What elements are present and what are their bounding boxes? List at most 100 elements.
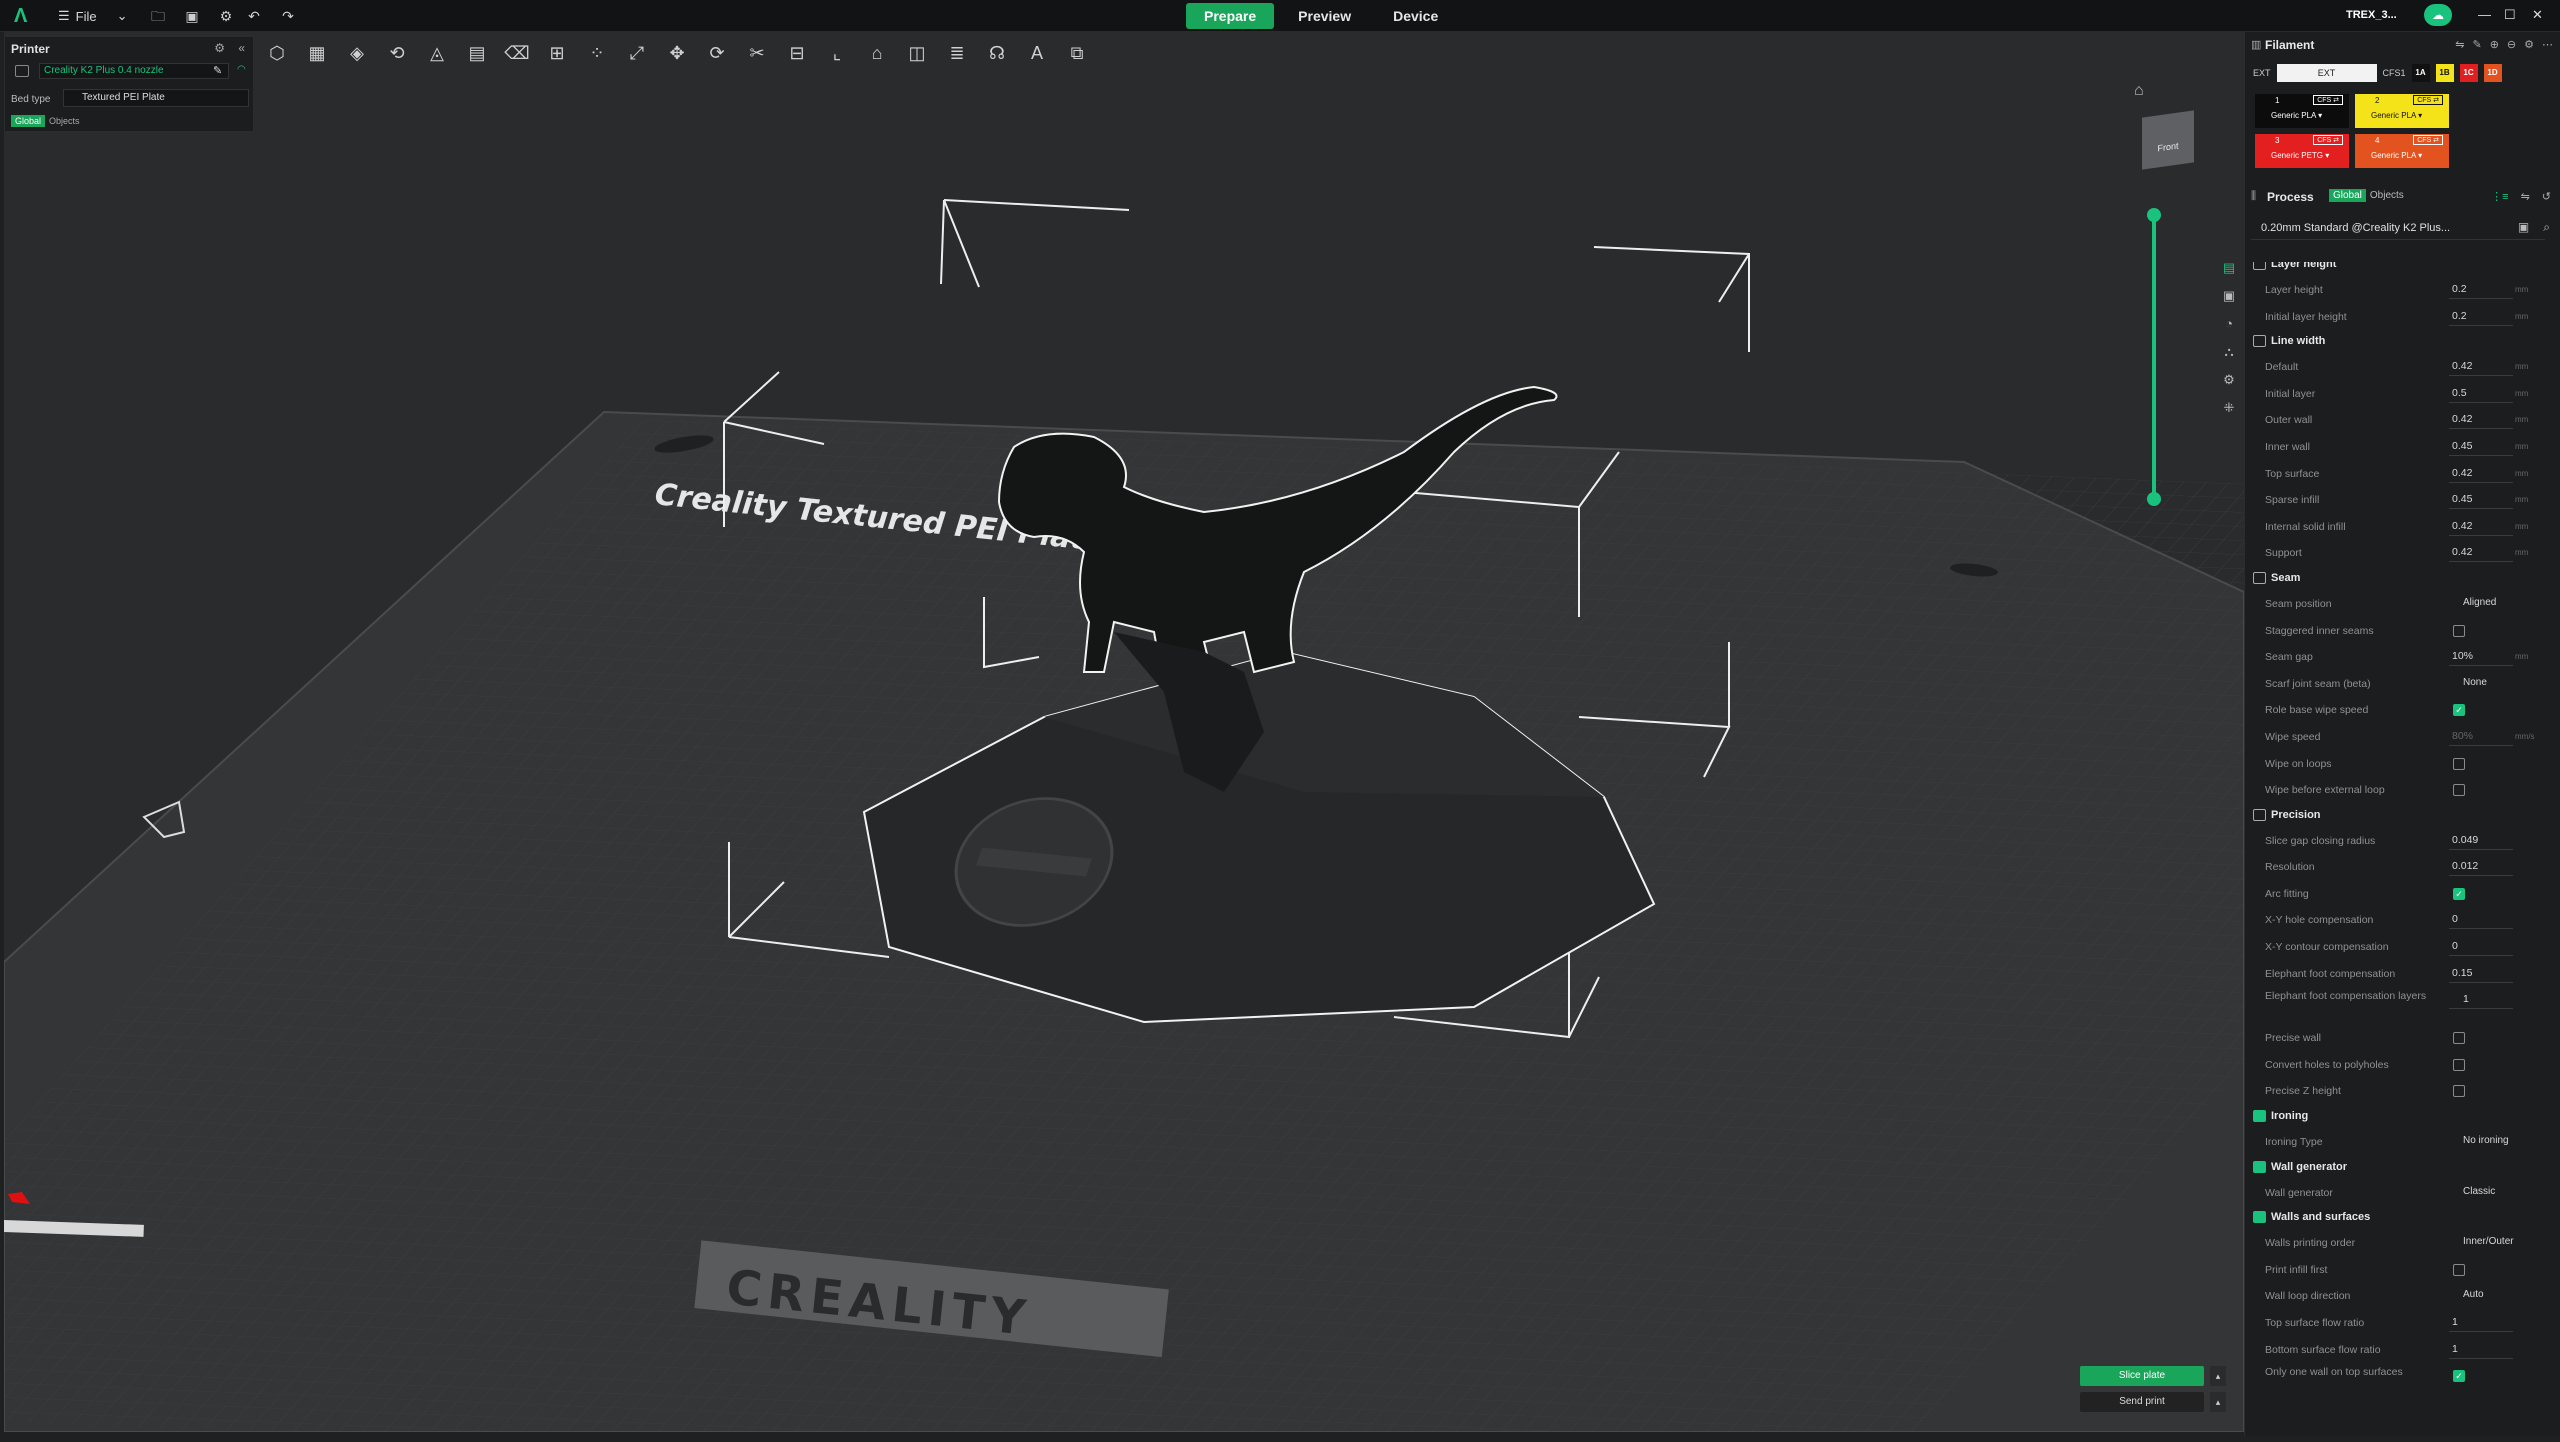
erase-icon[interactable]: ⌫ bbox=[502, 38, 532, 68]
text-icon[interactable]: A bbox=[1022, 38, 1052, 68]
chevron-down-icon[interactable]: ⌄ bbox=[117, 8, 128, 24]
file-menu[interactable]: ☰ File ⌄ bbox=[58, 6, 128, 26]
settings-gear-icon[interactable]: ⚙ bbox=[216, 6, 236, 26]
save-icon[interactable]: ▣ bbox=[182, 6, 202, 26]
setting-input[interactable]: 0.42 bbox=[2449, 542, 2513, 563]
filament-more-icon[interactable]: ⋯ bbox=[2542, 38, 2553, 51]
save-preset-icon[interactable]: ▣ bbox=[2518, 220, 2529, 235]
process-settings-list[interactable]: Layer height Layer height 0.2 mm Initial l… bbox=[2251, 262, 2551, 1442]
setting-input[interactable]: 0.012 bbox=[2449, 856, 2513, 877]
setting-input[interactable]: 0.5 bbox=[2449, 383, 2513, 403]
others-icon[interactable]: ⚙ bbox=[2220, 372, 2238, 388]
process-preset-select[interactable]: 0.20mm Standard @Creality K2 Plus... bbox=[2251, 216, 2545, 240]
tab-preview[interactable]: Preview bbox=[1280, 3, 1369, 29]
speed-icon[interactable]: ◔ bbox=[2220, 316, 2238, 332]
setting-checkbox-checked[interactable]: ✓ bbox=[2453, 887, 2465, 900]
setting-spinner[interactable]: 1 bbox=[2449, 989, 2513, 1010]
cloud-sync-icon[interactable]: ☁ bbox=[2424, 4, 2452, 26]
cfs-slot-1b[interactable]: 1B bbox=[2435, 64, 2454, 82]
setting-dropdown[interactable]: No ironing bbox=[2449, 1131, 2533, 1151]
setting-checkbox[interactable] bbox=[2453, 1263, 2465, 1276]
collapse-icon[interactable]: « bbox=[238, 41, 245, 55]
view-cube[interactable]: Front bbox=[2142, 110, 2194, 170]
setting-input[interactable]: 0.2 bbox=[2449, 279, 2513, 299]
setting-input[interactable]: 0.45 bbox=[2449, 436, 2513, 456]
process-tab-global[interactable]: Global bbox=[2329, 189, 2366, 202]
seam-paint-icon[interactable]: ◫ bbox=[902, 38, 932, 68]
send-options-chevron-icon[interactable]: ▴ bbox=[2210, 1392, 2226, 1412]
setting-dropdown[interactable]: Classic bbox=[2449, 1182, 2533, 1202]
advanced-list-icon[interactable]: ⋮≡ bbox=[2491, 190, 2508, 203]
setting-checkbox[interactable] bbox=[2453, 1085, 2465, 1098]
home-view-icon[interactable]: ⌂ bbox=[2134, 82, 2144, 100]
filament-settings-icon[interactable]: ⚙ bbox=[2524, 38, 2534, 51]
setting-input[interactable]: 0 bbox=[2449, 909, 2513, 930]
edit-printer-icon[interactable]: ✎ bbox=[213, 64, 222, 77]
setting-input[interactable]: 0.049 bbox=[2449, 830, 2513, 850]
open-folder-icon[interactable]: 🗀 bbox=[148, 6, 168, 26]
bed-type-select[interactable]: Textured PEI Plate bbox=[63, 89, 249, 107]
move-icon[interactable]: ✥ bbox=[662, 38, 692, 68]
setting-input[interactable]: 0.42 bbox=[2449, 516, 2513, 536]
filament-add-icon[interactable]: ⊕ bbox=[2490, 38, 2499, 51]
filament-slot-2[interactable]: 2 CFS ⇄ Generic PLA ▾ bbox=[2355, 94, 2449, 128]
setting-checkbox[interactable] bbox=[2453, 624, 2465, 637]
variable-layer-icon[interactable]: ≣ bbox=[942, 38, 972, 68]
setting-input[interactable]: 0.15 bbox=[2449, 963, 2513, 983]
support-icon[interactable]: ⛬ bbox=[2220, 344, 2238, 360]
tab-global[interactable]: Global bbox=[11, 115, 46, 127]
printer-select[interactable]: Creality K2 Plus 0.4 nozzle bbox=[39, 63, 229, 79]
setting-dropdown[interactable]: Auto bbox=[2449, 1285, 2533, 1305]
objects-list-icon[interactable]: ▤ bbox=[2220, 260, 2238, 276]
tab-objects[interactable]: Objects bbox=[45, 115, 84, 127]
add-cube-icon[interactable]: ⬡ bbox=[262, 38, 292, 68]
setting-checkbox[interactable] bbox=[2453, 757, 2465, 770]
setting-checkbox-checked[interactable]: ✓ bbox=[2453, 1370, 2465, 1383]
auto-orient-icon[interactable]: ◬ bbox=[422, 38, 452, 68]
setting-input[interactable]: 1 bbox=[2449, 1312, 2513, 1332]
add-plate-icon[interactable]: ▦ bbox=[302, 38, 332, 68]
assembly-icon[interactable]: ⧉ bbox=[1062, 38, 1092, 68]
cut-icon[interactable]: ✂ bbox=[742, 38, 772, 68]
tab-prepare[interactable]: Prepare bbox=[1186, 3, 1275, 29]
process-tab-objects[interactable]: Objects bbox=[2366, 189, 2408, 202]
search-icon[interactable]: ⌕ bbox=[2543, 220, 2550, 235]
filament-slot-3[interactable]: 3 CFS ⇄ Generic PETG ▾ bbox=[2255, 134, 2349, 168]
process-reset-icon[interactable]: ↺ bbox=[2542, 190, 2551, 203]
setting-input[interactable]: 0.42 bbox=[2449, 463, 2513, 483]
layer-range-slider[interactable] bbox=[2152, 214, 2156, 498]
plate-view-icon[interactable]: ▣ bbox=[2220, 288, 2238, 304]
setting-input[interactable]: 0 bbox=[2449, 936, 2513, 957]
maximize-icon[interactable]: ☐ bbox=[2504, 7, 2516, 23]
printer-settings-icon[interactable]: ⚙ bbox=[214, 41, 225, 55]
close-icon[interactable]: ✕ bbox=[2532, 7, 2543, 23]
setting-input[interactable]: 0.42 bbox=[2449, 356, 2513, 377]
slider-top-handle[interactable] bbox=[2147, 208, 2161, 222]
split-icon[interactable]: ▤ bbox=[462, 38, 492, 68]
setting-dropdown[interactable]: Inner/Outer bbox=[2449, 1232, 2533, 1252]
setting-dropdown[interactable]: None bbox=[2449, 673, 2533, 693]
setting-input[interactable]: 0.45 bbox=[2449, 489, 2513, 510]
send-print-button[interactable]: Send print bbox=[2080, 1392, 2204, 1412]
filament-remove-icon[interactable]: ⊖ bbox=[2507, 38, 2516, 51]
ext-select[interactable]: EXT bbox=[2276, 64, 2377, 82]
filament-sync-icon[interactable]: ⇋ bbox=[2455, 38, 2464, 51]
duplicate-icon[interactable]: ⁘ bbox=[582, 38, 612, 68]
arrange-icon[interactable]: ◈ bbox=[342, 38, 372, 68]
redo-icon[interactable]: ↷ bbox=[278, 6, 298, 26]
filament-slot-1[interactable]: 1 CFS ⇄ Generic PLA ▾ bbox=[2255, 94, 2349, 128]
cfs-slot-1a[interactable]: 1A bbox=[2411, 64, 2430, 82]
cfs-slot-1c[interactable]: 1C bbox=[2459, 64, 2478, 82]
undo-icon[interactable]: ↶ bbox=[244, 6, 264, 26]
process-compare-icon[interactable]: ⇋ bbox=[2521, 190, 2530, 203]
orient-icon[interactable]: ⟲ bbox=[382, 38, 412, 68]
layout-icon[interactable]: ⊞ bbox=[542, 38, 572, 68]
slice-options-chevron-icon[interactable]: ▴ bbox=[2210, 1366, 2226, 1386]
mesh-boolean-icon[interactable]: ⊟ bbox=[782, 38, 812, 68]
build-plate-scene[interactable]: Creality Textured PEI Plate CREALITY bbox=[4, 32, 2244, 1432]
rotate-icon[interactable]: ⟳ bbox=[702, 38, 732, 68]
slider-bottom-handle[interactable] bbox=[2147, 492, 2161, 506]
tab-device[interactable]: Device bbox=[1375, 3, 1456, 29]
setting-dropdown[interactable]: Aligned bbox=[2449, 593, 2533, 613]
3d-viewport[interactable]: Creality Textured PEI Plate CREALITY bbox=[4, 32, 2244, 1432]
